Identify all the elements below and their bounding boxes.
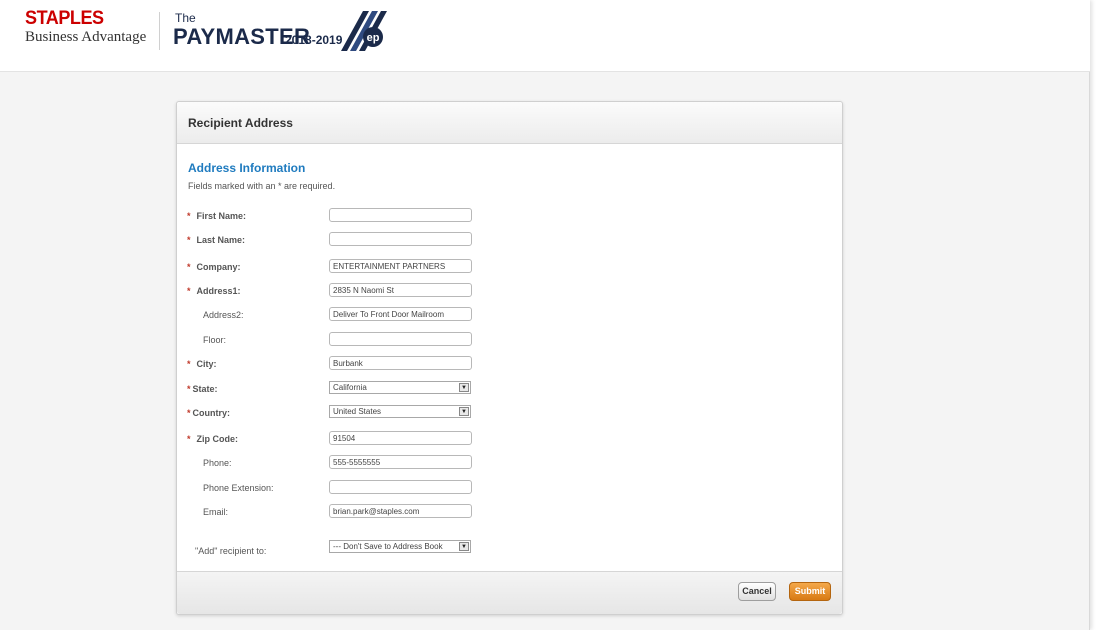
email-input[interactable] — [329, 504, 472, 518]
required-note: Fields marked with an * are required. — [188, 181, 336, 191]
address2-label: Address2: — [203, 310, 244, 320]
address1-row: * Address1: — [177, 283, 844, 299]
floor-row: Floor: — [177, 332, 844, 348]
submit-button[interactable]: Submit — [789, 582, 831, 601]
state-select-value: California — [333, 383, 367, 392]
panel-footer: Cancel Submit — [177, 571, 842, 614]
required-star: * — [187, 262, 191, 272]
country-select-value: United States — [333, 407, 382, 416]
floor-label: Floor: — [203, 335, 227, 345]
ep-badge-text: ep — [367, 32, 380, 44]
chevron-down-icon[interactable]: ▼ — [459, 383, 469, 392]
floor-input[interactable] — [329, 332, 472, 346]
last-name-label: * Last Name: — [187, 235, 245, 245]
panel-title: Recipient Address — [188, 116, 293, 130]
email-label: Email: — [203, 507, 229, 517]
panel-header: Recipient Address — [177, 102, 842, 144]
country-label-text: Country: — [192, 408, 231, 418]
recipient-address-panel: Recipient Address Address Information Fi… — [176, 101, 843, 615]
phone-row: Phone: — [177, 455, 844, 471]
zip-row: * Zip Code: — [177, 431, 844, 447]
paymaster-logo: The PAYMASTER 2018-2019 ep — [173, 11, 391, 51]
email-row: Email: — [177, 504, 844, 520]
add-recipient-select[interactable]: --- Don't Save to Address Book ▼ — [329, 540, 471, 553]
first-name-input[interactable] — [329, 208, 472, 222]
add-recipient-row: "Add" recipient to: --- Don't Save to Ad… — [177, 540, 844, 556]
state-row: * State: California ▼ — [177, 381, 844, 397]
company-label-text: Company: — [196, 262, 241, 272]
required-star: * — [187, 211, 191, 221]
zip-input[interactable] — [329, 431, 472, 445]
address2-row: Address2: — [177, 307, 844, 323]
phone-label: Phone: — [203, 458, 232, 468]
address1-label-text: Address1: — [196, 286, 241, 296]
first-name-label: * First Name: — [187, 211, 246, 221]
company-label: * Company: — [187, 262, 241, 272]
address2-input[interactable] — [329, 307, 472, 321]
country-select[interactable]: United States ▼ — [329, 405, 471, 418]
add-recipient-label: "Add" recipient to: — [195, 546, 267, 556]
section-title: Address Information — [188, 161, 306, 175]
paymaster-the-text: The — [175, 11, 196, 25]
business-advantage-text: Business Advantage — [25, 29, 147, 45]
city-label: * City: — [187, 359, 217, 369]
required-star: * — [187, 434, 191, 444]
phone-extension-row: Phone Extension: — [177, 480, 844, 496]
required-star: * — [187, 286, 191, 296]
phone-extension-input[interactable] — [329, 480, 472, 494]
last-name-label-text: Last Name: — [196, 235, 246, 245]
cancel-button[interactable]: Cancel — [738, 582, 776, 601]
city-input[interactable] — [329, 356, 472, 370]
phone-input[interactable] — [329, 455, 472, 469]
zip-label-text: Zip Code: — [196, 434, 239, 444]
paymaster-years: 2018-2019 — [285, 33, 343, 47]
browser-page: STAPLES Business Advantage The PAYMASTER… — [0, 0, 1090, 630]
staples-brand-text: STAPLES — [25, 8, 104, 29]
ep-badge-icon: ep — [341, 11, 387, 51]
required-star: * — [187, 359, 191, 369]
site-header: STAPLES Business Advantage The PAYMASTER… — [0, 0, 1090, 72]
staples-logo[interactable]: STAPLES Business Advantage — [25, 9, 146, 45]
last-name-input[interactable] — [329, 232, 472, 246]
address1-input[interactable] — [329, 283, 472, 297]
chevron-down-icon[interactable]: ▼ — [459, 407, 469, 416]
zip-label: * Zip Code: — [187, 434, 238, 444]
required-star: * — [187, 235, 191, 245]
phone-extension-label: Phone Extension: — [203, 483, 274, 493]
first-name-row: * First Name: — [177, 208, 844, 224]
state-label: * State: — [187, 384, 218, 394]
company-input[interactable] — [329, 259, 472, 273]
last-name-row: * Last Name: — [177, 232, 844, 248]
chevron-down-icon[interactable]: ▼ — [459, 542, 469, 551]
add-recipient-select-value: --- Don't Save to Address Book — [333, 542, 443, 551]
required-star: * — [187, 408, 191, 418]
city-row: * City: — [177, 356, 844, 372]
state-label-text: State: — [192, 384, 218, 394]
address1-label: * Address1: — [187, 286, 241, 296]
state-select[interactable]: California ▼ — [329, 381, 471, 394]
logo-divider — [159, 12, 160, 50]
city-label-text: City: — [196, 359, 217, 369]
first-name-label-text: First Name: — [196, 211, 247, 221]
company-row: * Company: — [177, 259, 844, 275]
country-row: * Country: United States ▼ — [177, 405, 844, 421]
country-label: * Country: — [187, 408, 230, 418]
required-star: * — [187, 384, 191, 394]
